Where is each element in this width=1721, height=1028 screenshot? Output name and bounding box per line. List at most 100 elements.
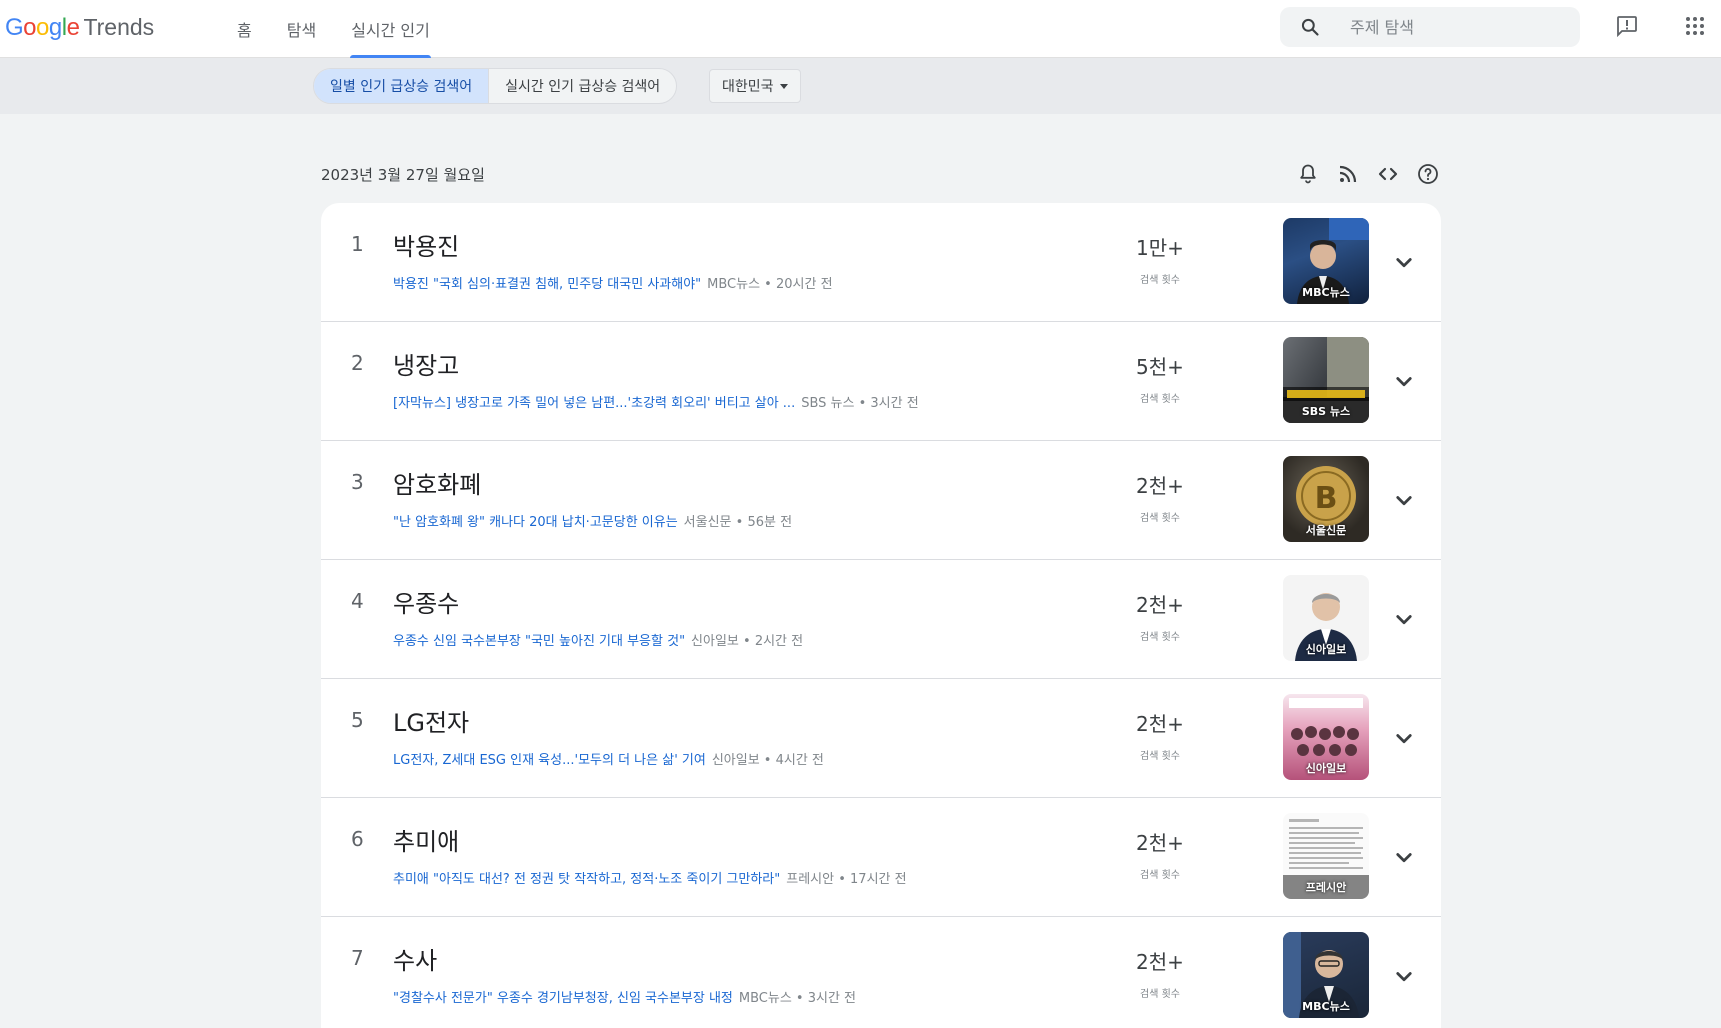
trend-title[interactable]: 박용진: [393, 227, 459, 262]
filter-bar: 일별 인기 급상승 검색어 실시간 인기 급상승 검색어 대한민국: [0, 58, 1721, 114]
trend-article: "경찰수사 전문가" 우종수 경기남부청장, 신임 국수본부장 내정 MBC뉴스 …: [393, 987, 856, 1006]
logo-google-text: Google: [5, 14, 80, 41]
expand-chevron-icon[interactable]: [1389, 842, 1419, 872]
tool-icons: [1296, 162, 1440, 186]
news-thumbnail[interactable]: 프레시안: [1283, 813, 1369, 899]
article-headline-link[interactable]: "난 암호화폐 왕" 캐나다 20대 납치·고문당한 이유는: [393, 515, 678, 530]
news-thumbnail[interactable]: MBC뉴스: [1283, 218, 1369, 304]
search-count: 2천+ 검색 횟수: [1111, 470, 1209, 524]
trend-rank: 4: [351, 589, 364, 613]
nav-trending-now[interactable]: 실시간 인기: [350, 0, 431, 58]
news-thumbnail[interactable]: 신아일보: [1283, 694, 1369, 780]
article-headline-link[interactable]: LG전자, Z세대 ESG 인재 육성...'모두의 더 나은 삶' 기여: [393, 753, 706, 768]
realtime-trends-tab[interactable]: 실시간 인기 급상승 검색어: [488, 69, 676, 103]
country-label: 대한민국: [722, 79, 774, 95]
bell-icon[interactable]: [1296, 162, 1320, 186]
thumbnail-source: 서울신문: [1305, 524, 1347, 537]
search-count: 2천+ 검색 횟수: [1111, 827, 1209, 881]
article-headline-link[interactable]: 추미애 "아직도 대선? 전 정권 탓 작작하고, 정적·노조 죽이기 그만하라…: [393, 872, 780, 887]
trend-row: 7 수사 "경찰수사 전문가" 우종수 경기남부청장, 신임 국수본부장 내정 M…: [321, 917, 1441, 1028]
search-count-value: 2천+: [1136, 474, 1184, 498]
trend-title[interactable]: 암호화폐: [393, 465, 481, 500]
expand-chevron-icon[interactable]: [1389, 485, 1419, 515]
search-count: 2천+ 검색 횟수: [1111, 589, 1209, 643]
trend-row: 4 우종수 우종수 신임 국수본부장 "국민 높아진 기대 부응할 것" 신아일보…: [321, 560, 1441, 679]
trend-article: 박용진 "국회 심의·표결권 침해, 민주당 대국민 사과해야" MBC뉴스 • …: [393, 273, 833, 292]
thumbnail-source: MBC뉴스: [1302, 1000, 1350, 1013]
trend-rank: 2: [351, 351, 364, 375]
expand-chevron-icon[interactable]: [1389, 366, 1419, 396]
google-trends-logo[interactable]: Google Trends: [5, 14, 154, 44]
search-count: 5천+ 검색 횟수: [1111, 351, 1209, 405]
search-count-value: 2천+: [1136, 950, 1184, 974]
daily-trends-tab[interactable]: 일별 인기 급상승 검색어: [314, 69, 489, 103]
date-heading: 2023년 3월 27일 월요일: [321, 166, 485, 184]
search-count-label: 검색 횟수: [1140, 394, 1180, 405]
article-meta: 프레시안 • 17시간 전: [786, 872, 907, 887]
trend-row: 6 추미애 추미애 "아직도 대선? 전 정권 탓 작작하고, 정적·노조 죽이…: [321, 798, 1441, 917]
expand-chevron-icon[interactable]: [1389, 961, 1419, 991]
expand-chevron-icon[interactable]: [1389, 723, 1419, 753]
thumbnail-source: MBC뉴스: [1302, 286, 1350, 299]
trend-title[interactable]: LG전자: [393, 703, 469, 738]
trend-title[interactable]: 수사: [393, 941, 437, 976]
search-count: 2천+ 검색 횟수: [1111, 708, 1209, 762]
search-count-label: 검색 횟수: [1140, 513, 1180, 524]
article-meta: 신아일보 • 4시간 전: [711, 753, 824, 768]
trend-article: 우종수 신임 국수본부장 "국민 높아진 기대 부응할 것" 신아일보 • 2시간…: [393, 630, 803, 649]
trend-title[interactable]: 우종수: [393, 584, 459, 619]
article-headline-link[interactable]: 우종수 신임 국수본부장 "국민 높아진 기대 부응할 것": [393, 634, 685, 649]
feedback-icon[interactable]: [1615, 14, 1639, 38]
search-count: 2천+ 검색 횟수: [1111, 946, 1209, 1000]
top-bar: Google Trends 홈 탐색 실시간 인기: [0, 0, 1721, 58]
apps-grid-icon[interactable]: [1683, 14, 1707, 38]
search-count-label: 검색 횟수: [1140, 632, 1180, 643]
search-icon[interactable]: [1300, 17, 1320, 37]
trend-title[interactable]: 추미애: [393, 822, 459, 857]
trend-article: [자막뉴스] 냉장고로 가족 밀어 넣은 남편...'초강력 회오리' 버티고 …: [393, 392, 919, 411]
search-box[interactable]: [1280, 7, 1580, 47]
search-count-value: 2천+: [1136, 593, 1184, 617]
article-meta: 서울신문 • 56분 전: [683, 515, 793, 530]
caret-down-icon: [779, 83, 788, 89]
expand-chevron-icon[interactable]: [1389, 604, 1419, 634]
news-thumbnail[interactable]: 신아일보: [1283, 575, 1369, 661]
article-meta: MBC뉴스 • 20시간 전: [707, 277, 833, 292]
search-input[interactable]: [1350, 7, 1570, 47]
help-icon[interactable]: [1416, 162, 1440, 186]
trend-list: 1 박용진 박용진 "국회 심의·표결권 침해, 민주당 대국민 사과해야" MB…: [321, 203, 1441, 1028]
trend-rank: 6: [351, 827, 364, 851]
article-headline-link[interactable]: [자막뉴스] 냉장고로 가족 밀어 넣은 남편...'초강력 회오리' 버티고 …: [393, 396, 795, 411]
search-count-value: 2천+: [1136, 712, 1184, 736]
trend-article: 추미애 "아직도 대선? 전 정권 탓 작작하고, 정적·노조 죽이기 그만하라…: [393, 868, 907, 887]
article-headline-link[interactable]: 박용진 "국회 심의·표결권 침해, 민주당 대국민 사과해야": [393, 277, 701, 292]
trend-title[interactable]: 냉장고: [393, 346, 459, 381]
search-count-value: 5천+: [1136, 355, 1184, 379]
nav-home[interactable]: 홈: [236, 0, 253, 58]
news-thumbnail[interactable]: MBC뉴스: [1283, 932, 1369, 1018]
trend-row: 3 암호화폐 "난 암호화폐 왕" 캐나다 20대 납치·고문당한 이유는서울신…: [321, 441, 1441, 560]
expand-chevron-icon[interactable]: [1389, 247, 1419, 277]
thumbnail-source: SBS 뉴스: [1301, 405, 1351, 418]
trend-rank: 7: [351, 946, 364, 970]
trend-article: "난 암호화폐 왕" 캐나다 20대 납치·고문당한 이유는 서울신문 • 56분…: [393, 511, 792, 530]
thumbnail-source: 신아일보: [1305, 762, 1347, 775]
search-count-value: 1만+: [1136, 236, 1184, 260]
thumbnail-source: 신아일보: [1305, 643, 1347, 656]
nav-explore[interactable]: 탐색: [286, 0, 317, 58]
news-thumbnail[interactable]: B 서울신문: [1283, 456, 1369, 542]
search-count: 1만+ 검색 횟수: [1111, 232, 1209, 286]
svg-text:B: B: [1315, 481, 1338, 516]
rss-icon[interactable]: [1336, 162, 1360, 186]
search-count-label: 검색 횟수: [1140, 751, 1180, 762]
trend-type-toggle: 일별 인기 급상승 검색어 실시간 인기 급상승 검색어: [313, 68, 678, 104]
article-headline-link[interactable]: "경찰수사 전문가" 우종수 경기남부청장, 신임 국수본부장 내정: [393, 991, 733, 1006]
country-select[interactable]: 대한민국: [709, 69, 801, 103]
article-meta: SBS 뉴스 • 3시간 전: [801, 396, 919, 411]
news-thumbnail[interactable]: SBS 뉴스: [1283, 337, 1369, 423]
embed-code-icon[interactable]: [1376, 162, 1400, 186]
trend-row: 5 LG전자 LG전자, Z세대 ESG 인재 육성...'모두의 더 나은 삶…: [321, 679, 1441, 798]
trend-row: 2 냉장고 [자막뉴스] 냉장고로 가족 밀어 넣은 남편...'초강력 회오리…: [321, 322, 1441, 441]
search-count-value: 2천+: [1136, 831, 1184, 855]
trend-rank: 3: [351, 470, 364, 494]
